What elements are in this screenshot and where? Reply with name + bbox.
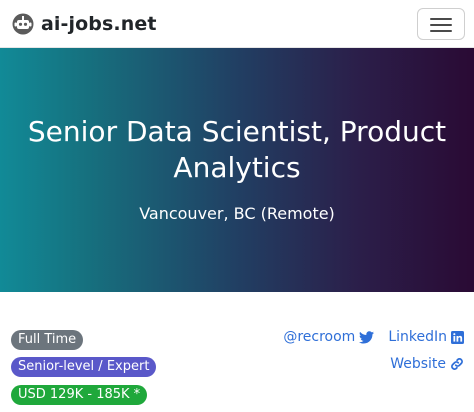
twitter-handle: @recroom: [283, 329, 356, 345]
top-navbar: ai-jobs.net: [0, 0, 474, 48]
experience-level-badge: Senior-level / Expert: [11, 357, 157, 377]
job-title: Senior Data Scientist, Product Analytics: [27, 115, 447, 184]
brand-link[interactable]: ai-jobs.net: [11, 9, 157, 39]
website-link[interactable]: Website: [390, 355, 464, 373]
social-links-row: @recroom LinkedIn: [283, 328, 464, 346]
website-label: Website: [390, 356, 446, 372]
job-location: Vancouver, BC (Remote): [139, 204, 335, 223]
hamburger-menu-button[interactable]: [417, 8, 465, 40]
website-link-row: Website: [390, 355, 464, 373]
linkedin-label: LinkedIn: [388, 329, 447, 345]
chain-link-icon: [450, 357, 464, 371]
linkedin-link[interactable]: LinkedIn: [388, 328, 464, 346]
linkedin-icon: [451, 330, 464, 344]
brand-name: ai-jobs.net: [41, 13, 157, 35]
twitter-bird-icon: [359, 330, 375, 344]
twitter-link[interactable]: @recroom: [283, 328, 375, 346]
robot-head-icon: [12, 13, 34, 35]
job-hero-banner: Senior Data Scientist, Product Analytics…: [0, 48, 474, 292]
employment-type-badge: Full Time: [11, 330, 84, 350]
hamburger-menu-icon: [430, 18, 452, 20]
salary-badge: USD 129K - 185K *: [11, 385, 148, 405]
